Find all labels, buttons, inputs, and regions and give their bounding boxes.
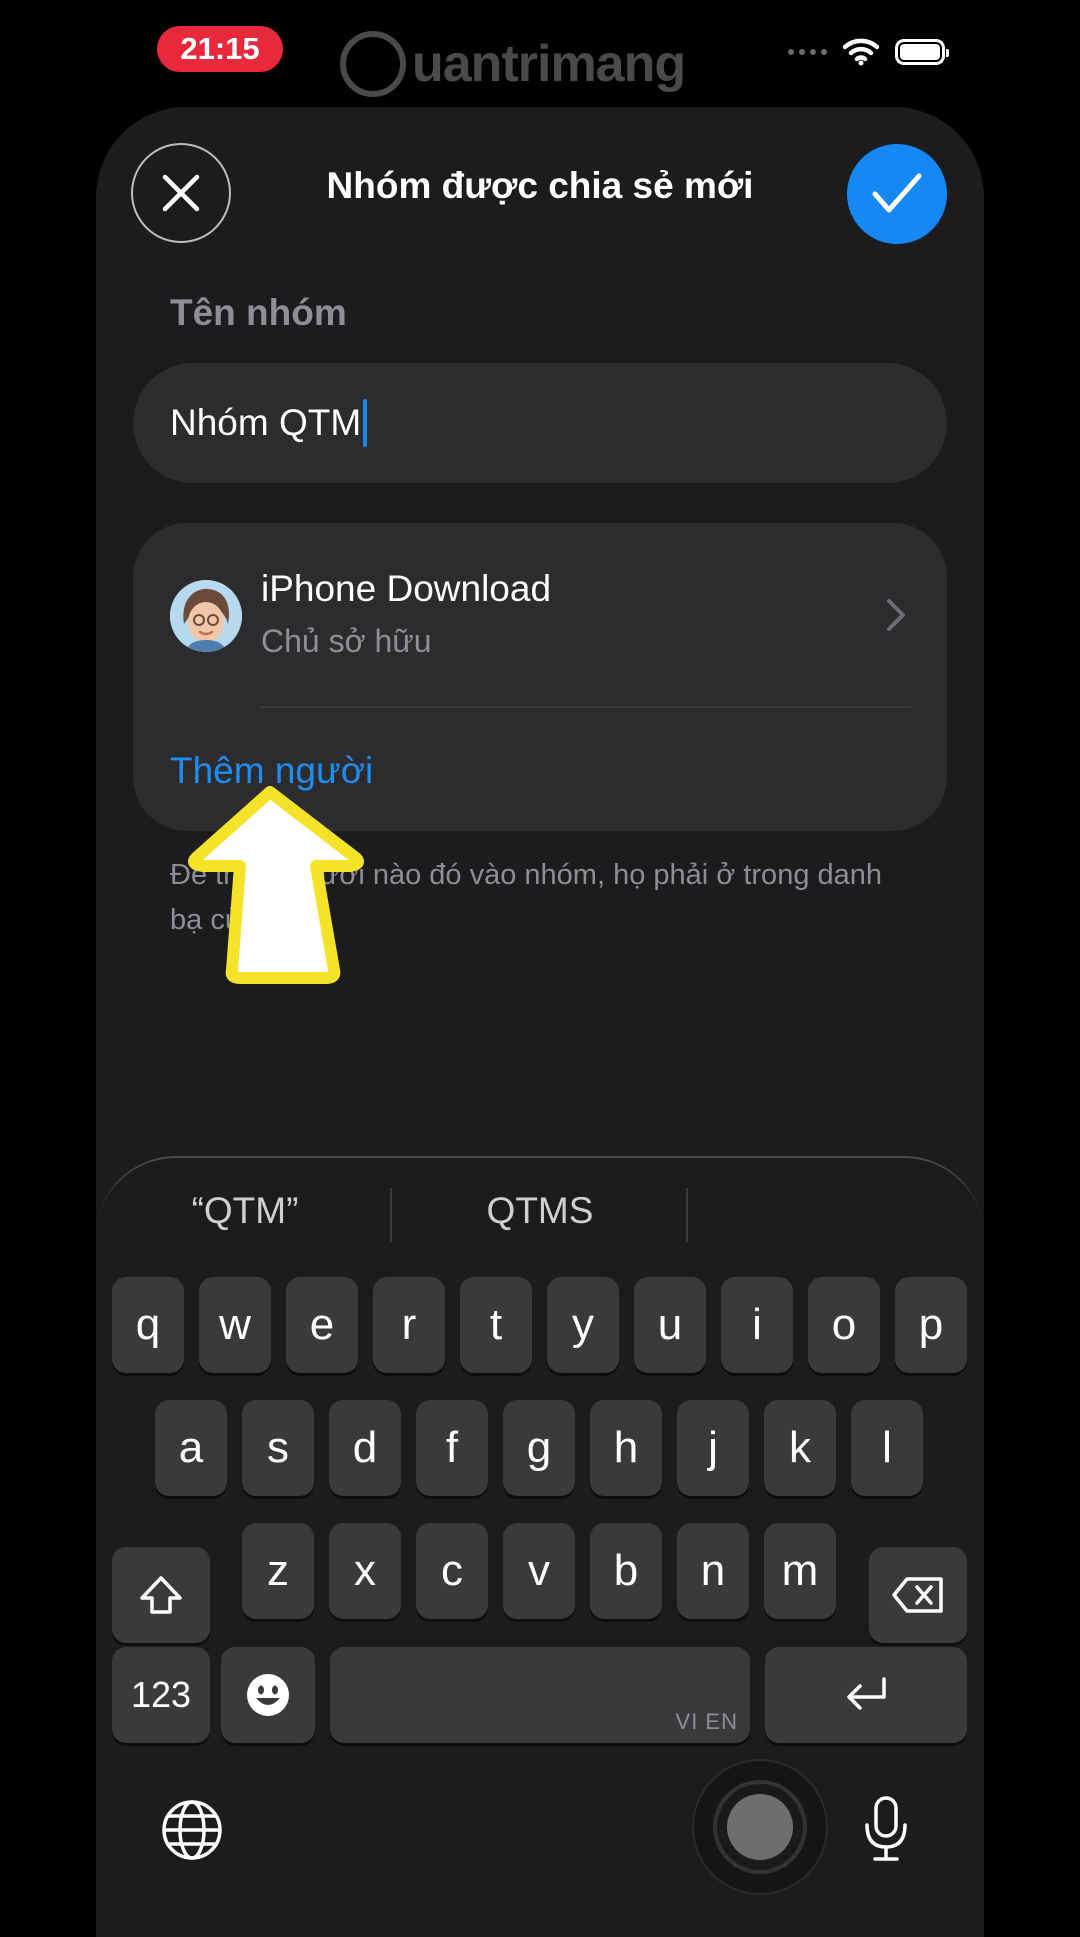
key-m[interactable]: m [764,1523,836,1619]
avatar[interactable] [170,580,242,652]
return-key[interactable] [765,1647,967,1743]
key-u[interactable]: u [634,1277,706,1373]
key-w[interactable]: w [199,1277,271,1373]
memoji-avatar-icon [170,580,242,652]
space-language-label: VI EN [675,1709,738,1734]
return-icon [847,1677,886,1710]
shift-arrow-icon [140,1576,182,1614]
assistive-touch-core [727,1794,793,1860]
key-v[interactable]: v [503,1523,575,1619]
key-q[interactable]: q [112,1277,184,1373]
member-name[interactable]: iPhone Download [261,568,551,610]
page-title: Nhóm được chia sẻ mới [326,165,754,206]
done-button[interactable] [847,144,947,244]
key-k[interactable]: k [764,1400,836,1496]
group-name-value: Nhóm QTM [170,402,362,443]
key-r[interactable]: r [373,1277,445,1373]
suggestion-2[interactable]: QTMS [430,1190,650,1232]
watermark-logo: uantrimang [340,26,686,102]
key-j[interactable]: j [677,1400,749,1496]
text-cursor [363,399,368,447]
suggestion-1[interactable]: “QTM” [150,1190,340,1232]
key-y[interactable]: y [547,1277,619,1373]
key-p[interactable]: p [895,1277,967,1373]
key-c[interactable]: c [416,1523,488,1619]
status-bar: 21:15 uantrimang [0,0,1080,100]
suggestion-divider [686,1188,688,1242]
watermark-text: uantrimang [412,35,686,93]
emoji-icon [247,1674,289,1716]
key-l[interactable]: l [851,1400,923,1496]
key-t[interactable]: t [460,1277,532,1373]
globe-icon[interactable] [161,1799,223,1861]
key-n[interactable]: n [677,1523,749,1619]
key-a[interactable]: a [155,1400,227,1496]
key-s[interactable]: s [242,1400,314,1496]
close-icon [162,174,200,212]
group-name-label: Tên nhóm [170,292,347,333]
assistive-touch-button[interactable] [692,1759,828,1895]
emoji-key[interactable] [221,1647,315,1743]
member-role: Chủ sở hữu [261,623,432,659]
chevron-right-icon[interactable] [886,598,906,632]
key-i[interactable]: i [721,1277,793,1373]
status-time[interactable]: 21:15 [157,26,283,72]
cellular-signal-icon [788,49,827,55]
pointer-arrow-icon [188,786,364,984]
key-b[interactable]: b [590,1523,662,1619]
delete-key[interactable] [869,1547,967,1643]
backspace-icon [892,1577,943,1613]
key-e[interactable]: e [286,1277,358,1373]
key-f[interactable]: f [416,1400,488,1496]
key-x[interactable]: x [329,1523,401,1619]
key-h[interactable]: h [590,1400,662,1496]
assistive-touch-inner [713,1780,807,1874]
group-name-input[interactable]: Nhóm QTM [133,363,947,483]
key-g[interactable]: g [503,1400,575,1496]
status-icons [788,38,949,66]
close-button[interactable] [131,143,231,243]
space-key[interactable]: VI EN [330,1647,750,1743]
key-z[interactable]: z [242,1523,314,1619]
microphone-icon[interactable] [862,1795,910,1863]
wifi-icon [843,38,879,66]
key-d[interactable]: d [329,1400,401,1496]
shift-key[interactable] [112,1547,210,1643]
divider [261,706,911,708]
suggestion-divider [390,1188,392,1242]
checkmark-icon [872,173,922,213]
watermark-bulb-icon [340,31,406,97]
numbers-key[interactable]: 123 [112,1647,210,1743]
battery-icon [895,39,949,65]
key-o[interactable]: o [808,1277,880,1373]
